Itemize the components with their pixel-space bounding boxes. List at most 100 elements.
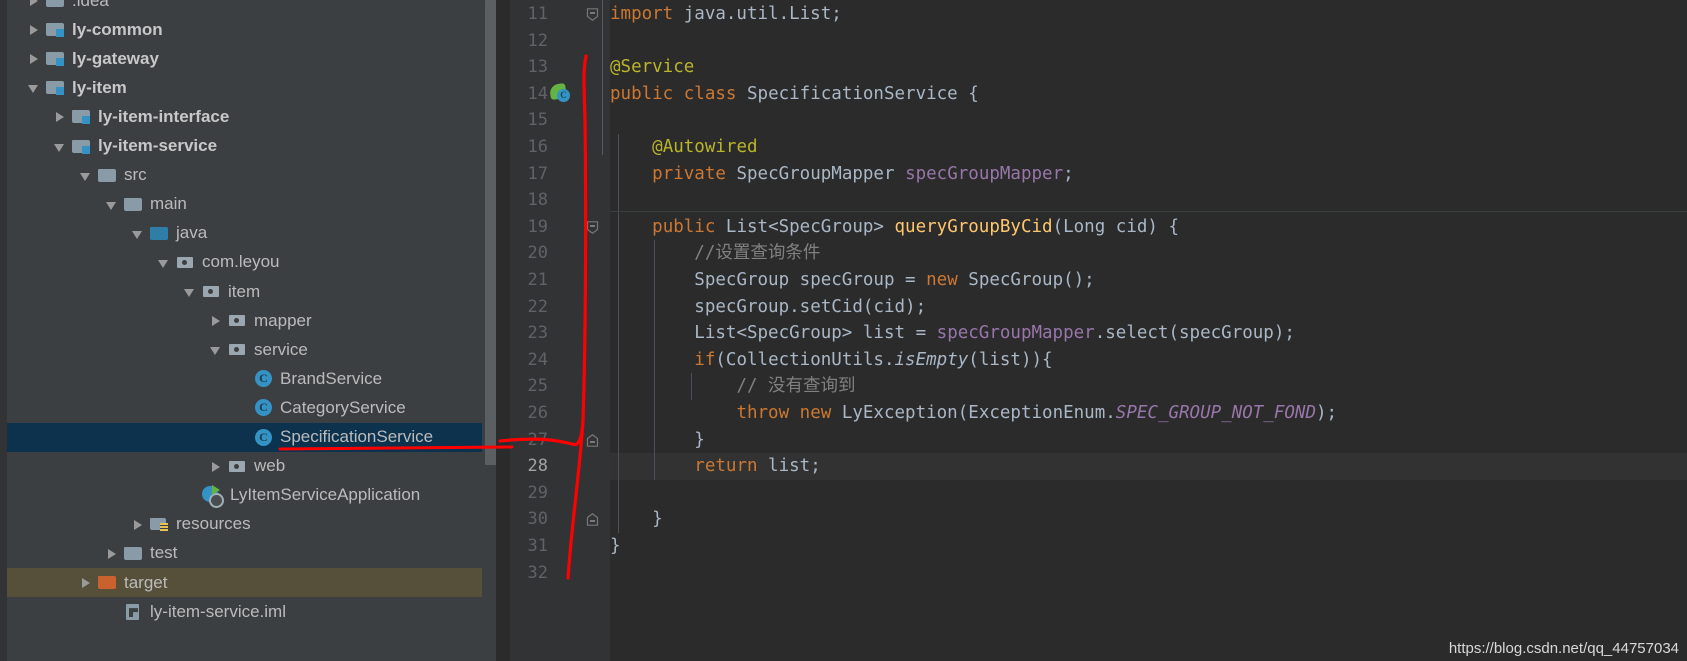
chevron-right-icon[interactable] [27,23,40,36]
chevron-right-icon[interactable] [27,0,40,7]
chevron-down-icon[interactable] [105,198,118,211]
package-icon [228,341,247,358]
tree-item-ly-common[interactable]: ly-common [7,15,496,44]
tree-item-web[interactable]: web [7,452,496,481]
chevron-right-icon[interactable] [105,547,118,560]
sidebar-scrollbar-track[interactable] [482,0,496,661]
module-folder-icon [72,108,91,125]
line-number: 12 [527,30,548,51]
code-content[interactable]: import java.util.List; @Service public cla… [610,0,1687,661]
code-line[interactable]: //设置查询条件 [610,240,1687,267]
tree-item-service[interactable]: service [7,335,496,364]
code-line[interactable]: SpecGroup specGroup = new SpecGroup(); [610,267,1687,294]
tree-item-specificationservice[interactable]: SpecificationService [7,422,496,452]
module-folder-icon [46,50,65,67]
code-line[interactable] [610,28,1687,55]
tree-item-label: ly-gateway [72,48,159,68]
tree-item-ly-gateway[interactable]: ly-gateway [7,44,496,73]
tree-item-label: ly-item-interface [98,106,230,126]
code-line[interactable]: if(CollectionUtils.isEmpty(list)){ [610,347,1687,374]
code-line[interactable]: @Service [610,54,1687,81]
tree-item-label: SpecificationService [280,427,434,446]
tree-item-lyitemserviceapplication[interactable]: LyItemServiceApplication [7,481,496,510]
line-number: 14 [527,83,548,104]
code-line[interactable]: specGroup.setCid(cid); [610,294,1687,321]
sidebar-scrollbar-thumb[interactable] [485,0,496,465]
tree-item-test[interactable]: test [7,539,496,568]
tree-item-src[interactable]: src [7,161,496,190]
run-config-ring-icon [209,493,224,509]
tree-item-com-leyou[interactable]: com.leyou [7,248,496,277]
line-number: 20 [527,243,548,264]
tree-item-main[interactable]: main [7,190,496,219]
code-line[interactable]: import java.util.List; [610,1,1687,28]
tree-item-ly-item-service-iml[interactable]: ly-item-service.iml [7,597,496,626]
code-editor[interactable]: 11 12 13 14 15 16 17 18 19 20 21 22 23 24 25 26 27 28 29 30… [510,0,1687,661]
chevron-right-icon[interactable] [209,460,222,473]
code-line[interactable]: } [610,506,1687,533]
chevron-right-icon[interactable] [131,518,144,531]
package-icon [228,312,247,329]
indent-guide [618,134,619,533]
tree-item-label: .idea [72,0,109,10]
code-line[interactable]: } [610,533,1687,560]
chevron-down-icon[interactable] [131,227,144,240]
tree-item-java[interactable]: java [7,219,496,248]
chevron-down-icon[interactable] [53,140,66,153]
tree-item-label: web [254,456,286,476]
code-line[interactable]: List<SpecGroup> list = specGroupMapper.s… [610,320,1687,347]
spring-bean-icon[interactable]: C [549,82,570,103]
module-folder-icon [46,21,65,38]
code-line[interactable]: // 没有查询到 [610,373,1687,400]
tree-item-label: ly-item-service.iml [150,601,286,621]
editor-gutter[interactable]: 11 12 13 14 15 16 17 18 19 20 21 22 23 24 25 26 27 28 29 30… [510,0,610,661]
tree-item-ly-item-service[interactable]: ly-item-service [7,132,496,161]
tree-item-mapper[interactable]: mapper [7,306,496,335]
code-line[interactable] [610,187,1687,214]
collapse-import-icon[interactable] [586,8,599,21]
tree-item-target[interactable]: target [7,568,496,597]
chevron-down-icon[interactable] [157,256,170,269]
chevron-down-icon[interactable] [209,343,222,356]
chevron-down-icon[interactable] [79,169,92,182]
tree-item-label: service [254,339,308,359]
chevron-right-icon[interactable] [27,52,40,65]
collapse-method-icon[interactable] [586,220,599,234]
chevron-right-icon[interactable] [79,576,92,589]
tree-item--idea[interactable]: .idea [7,0,496,15]
tree-item-ly-item-interface[interactable]: ly-item-interface [7,102,496,131]
code-line[interactable]: throw new LyException(ExceptionEnum.SPEC… [610,400,1687,427]
tree-item-label: main [150,194,187,214]
code-line[interactable]: @Autowired [610,134,1687,161]
project-tree-panel: .idea ly-common ly-gateway ly-item ly-item-i… [0,0,496,661]
code-line[interactable]: public class SpecificationService { [610,81,1687,108]
folder-icon [124,545,143,562]
code-line[interactable]: public List<SpecGroup> queryGroupByCid(L… [610,214,1687,241]
tree-item-item[interactable]: item [7,277,496,306]
spring-boot-app-icon [202,485,224,509]
chevron-down-icon[interactable] [183,285,196,298]
tree-item-ly-item[interactable]: ly-item [7,73,496,102]
package-icon [202,283,221,300]
line-number: 11 [527,4,548,24]
code-line[interactable]: return list; [610,453,1687,480]
line-number: 29 [527,482,548,503]
collapse-block-icon[interactable] [586,433,599,447]
code-line[interactable] [610,107,1687,134]
line-number: 15 [527,110,548,131]
tree-item-categoryservice[interactable]: CategoryService [7,393,496,422]
chevron-down-icon[interactable] [27,81,40,94]
code-line[interactable] [610,560,1687,587]
code-line[interactable]: } [610,427,1687,454]
tree-item-brandservice[interactable]: BrandService [7,364,496,393]
chevron-right-icon[interactable] [53,110,66,123]
chevron-right-icon[interactable] [209,314,222,327]
excluded-folder-icon [98,574,117,591]
tree-item-resources[interactable]: resources [7,510,496,539]
tree-item-label: ly-common [72,19,163,39]
collapse-class-icon[interactable] [586,513,599,527]
method-separator [610,210,1687,212]
code-line[interactable] [610,480,1687,507]
code-line[interactable]: private SpecGroupMapper specGroupMapper; [610,161,1687,188]
